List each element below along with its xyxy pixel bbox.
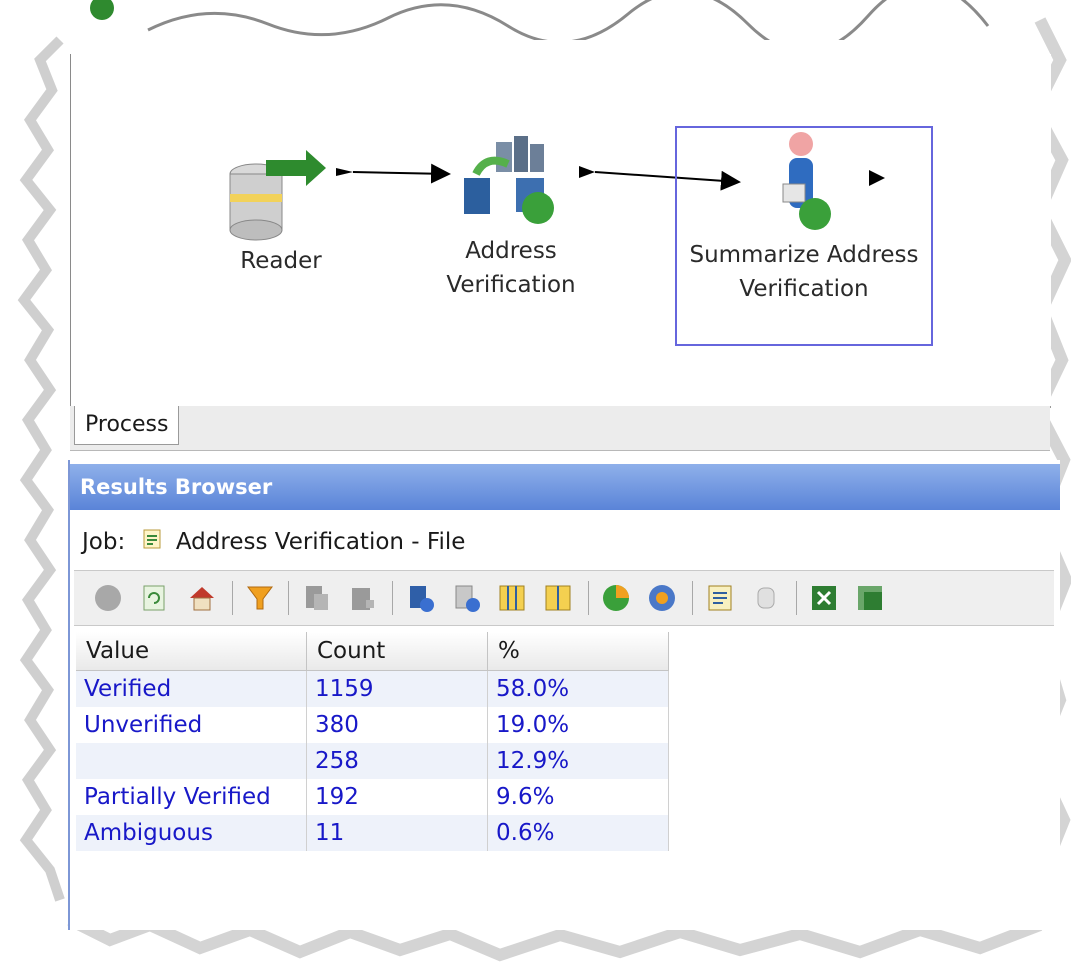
cell-value[interactable]: Unverified bbox=[76, 707, 307, 743]
cell-value[interactable]: Partially Verified bbox=[76, 779, 307, 815]
home-icon[interactable] bbox=[186, 582, 218, 614]
table-row[interactable]: 258 12.9% bbox=[76, 743, 669, 779]
table-header-row: Value Count % bbox=[76, 632, 669, 671]
cell-count[interactable]: 380 bbox=[306, 707, 488, 743]
job-file-icon bbox=[141, 525, 163, 561]
excel-icon[interactable] bbox=[808, 582, 840, 614]
cell-value[interactable] bbox=[76, 743, 307, 779]
refresh-icon[interactable] bbox=[138, 582, 170, 614]
column-header-value[interactable]: Value bbox=[76, 632, 307, 671]
report-icon[interactable] bbox=[704, 582, 736, 614]
job-label: Job: bbox=[82, 529, 126, 555]
table-row[interactable]: Unverified 380 19.0% bbox=[76, 707, 669, 743]
filter-icon[interactable] bbox=[244, 582, 276, 614]
summarize-person-icon bbox=[782, 132, 831, 230]
job-row: Job: Address Verification - File bbox=[82, 524, 465, 560]
node-summarize-address-verification[interactable]: Summarize Address Verification bbox=[675, 126, 933, 346]
cell-count[interactable]: 1159 bbox=[306, 670, 488, 707]
node-address-verification[interactable]: Address Verification bbox=[431, 134, 591, 302]
process-canvas[interactable]: Reader Address Verification Summarize Ad… bbox=[70, 54, 1051, 408]
back-icon[interactable] bbox=[92, 582, 124, 614]
results-browser-title: Results Browser bbox=[70, 464, 1060, 510]
node-reader[interactable]: Reader bbox=[221, 144, 341, 278]
excel-alt-icon[interactable] bbox=[854, 582, 886, 614]
column-header-count[interactable]: Count bbox=[306, 632, 488, 671]
cell-value[interactable]: Ambiguous bbox=[76, 815, 307, 851]
node-reader-label: Reader bbox=[240, 248, 322, 274]
address-verification-icon bbox=[464, 136, 554, 224]
results-browser-panel: Results Browser Job: Address Verificatio… bbox=[68, 460, 1060, 930]
node-address-verification-label: Address Verification bbox=[446, 238, 576, 298]
job-name[interactable]: Address Verification - File bbox=[176, 529, 466, 555]
cell-percent[interactable]: 9.6% bbox=[487, 779, 669, 815]
top-toolbar-remnant bbox=[90, 0, 990, 40]
table-row[interactable]: Partially Verified 192 9.6% bbox=[76, 779, 669, 815]
cylinder-icon[interactable] bbox=[750, 582, 782, 614]
globe-icon[interactable] bbox=[646, 582, 678, 614]
tab-process[interactable]: Process bbox=[74, 406, 180, 445]
column-header-percent[interactable]: % bbox=[487, 632, 669, 671]
cell-value[interactable]: Verified bbox=[76, 670, 307, 707]
table-row[interactable]: Verified 1159 58.0% bbox=[76, 670, 669, 707]
database-link-icon[interactable] bbox=[450, 582, 482, 614]
columns-alt-icon[interactable] bbox=[542, 582, 574, 614]
green-circle-icon bbox=[90, 0, 114, 20]
database-reader-icon bbox=[229, 150, 326, 241]
paste-icon[interactable] bbox=[346, 582, 378, 614]
cell-percent[interactable]: 58.0% bbox=[487, 670, 669, 707]
columns-icon[interactable] bbox=[496, 582, 528, 614]
cell-percent[interactable]: 0.6% bbox=[487, 815, 669, 851]
database-info-icon[interactable] bbox=[404, 582, 436, 614]
results-table: Value Count % Verified 1159 58.0% Unveri… bbox=[76, 632, 669, 851]
results-toolbar bbox=[74, 570, 1054, 626]
cell-count[interactable]: 258 bbox=[306, 743, 488, 779]
node-summarize-label: Summarize Address Verification bbox=[689, 242, 919, 302]
pie-chart-icon[interactable] bbox=[600, 582, 632, 614]
table-row[interactable]: Ambiguous 11 0.6% bbox=[76, 815, 669, 851]
cell-count[interactable]: 11 bbox=[306, 815, 488, 851]
cell-count[interactable]: 192 bbox=[306, 779, 488, 815]
canvas-tab-strip: Process bbox=[70, 406, 1050, 451]
copy-icon[interactable] bbox=[300, 582, 332, 614]
cell-percent[interactable]: 19.0% bbox=[487, 707, 669, 743]
cell-percent[interactable]: 12.9% bbox=[487, 743, 669, 779]
